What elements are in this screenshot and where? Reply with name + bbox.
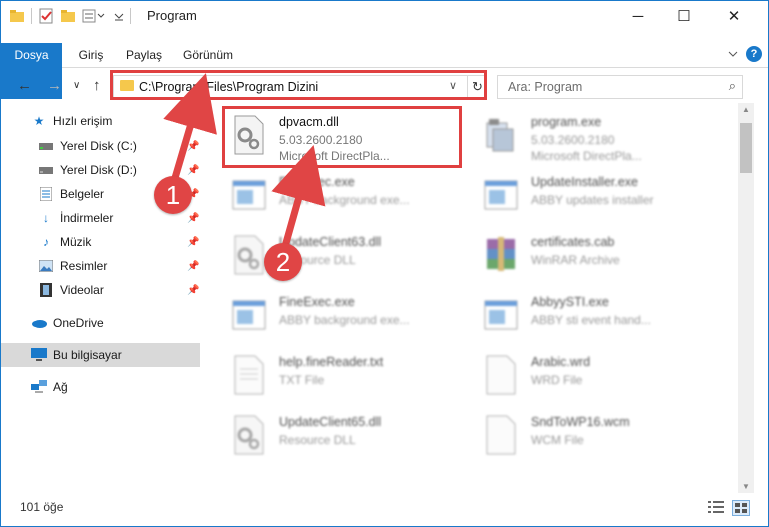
arrow-one [163,73,217,179]
callout-arrows [163,73,326,251]
arrow-two [271,145,326,251]
callout-step-one: 1 [154,176,192,214]
callout-step-two: 2 [264,243,302,281]
